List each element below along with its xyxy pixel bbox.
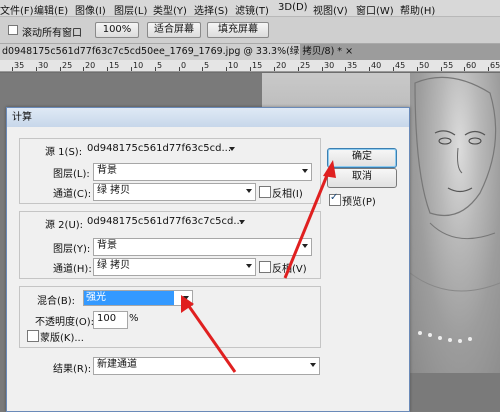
annotation-arrows	[181, 160, 336, 373]
arrow-to-ok-button	[283, 160, 336, 279]
arrow-to-blend-dropdown	[181, 295, 237, 373]
